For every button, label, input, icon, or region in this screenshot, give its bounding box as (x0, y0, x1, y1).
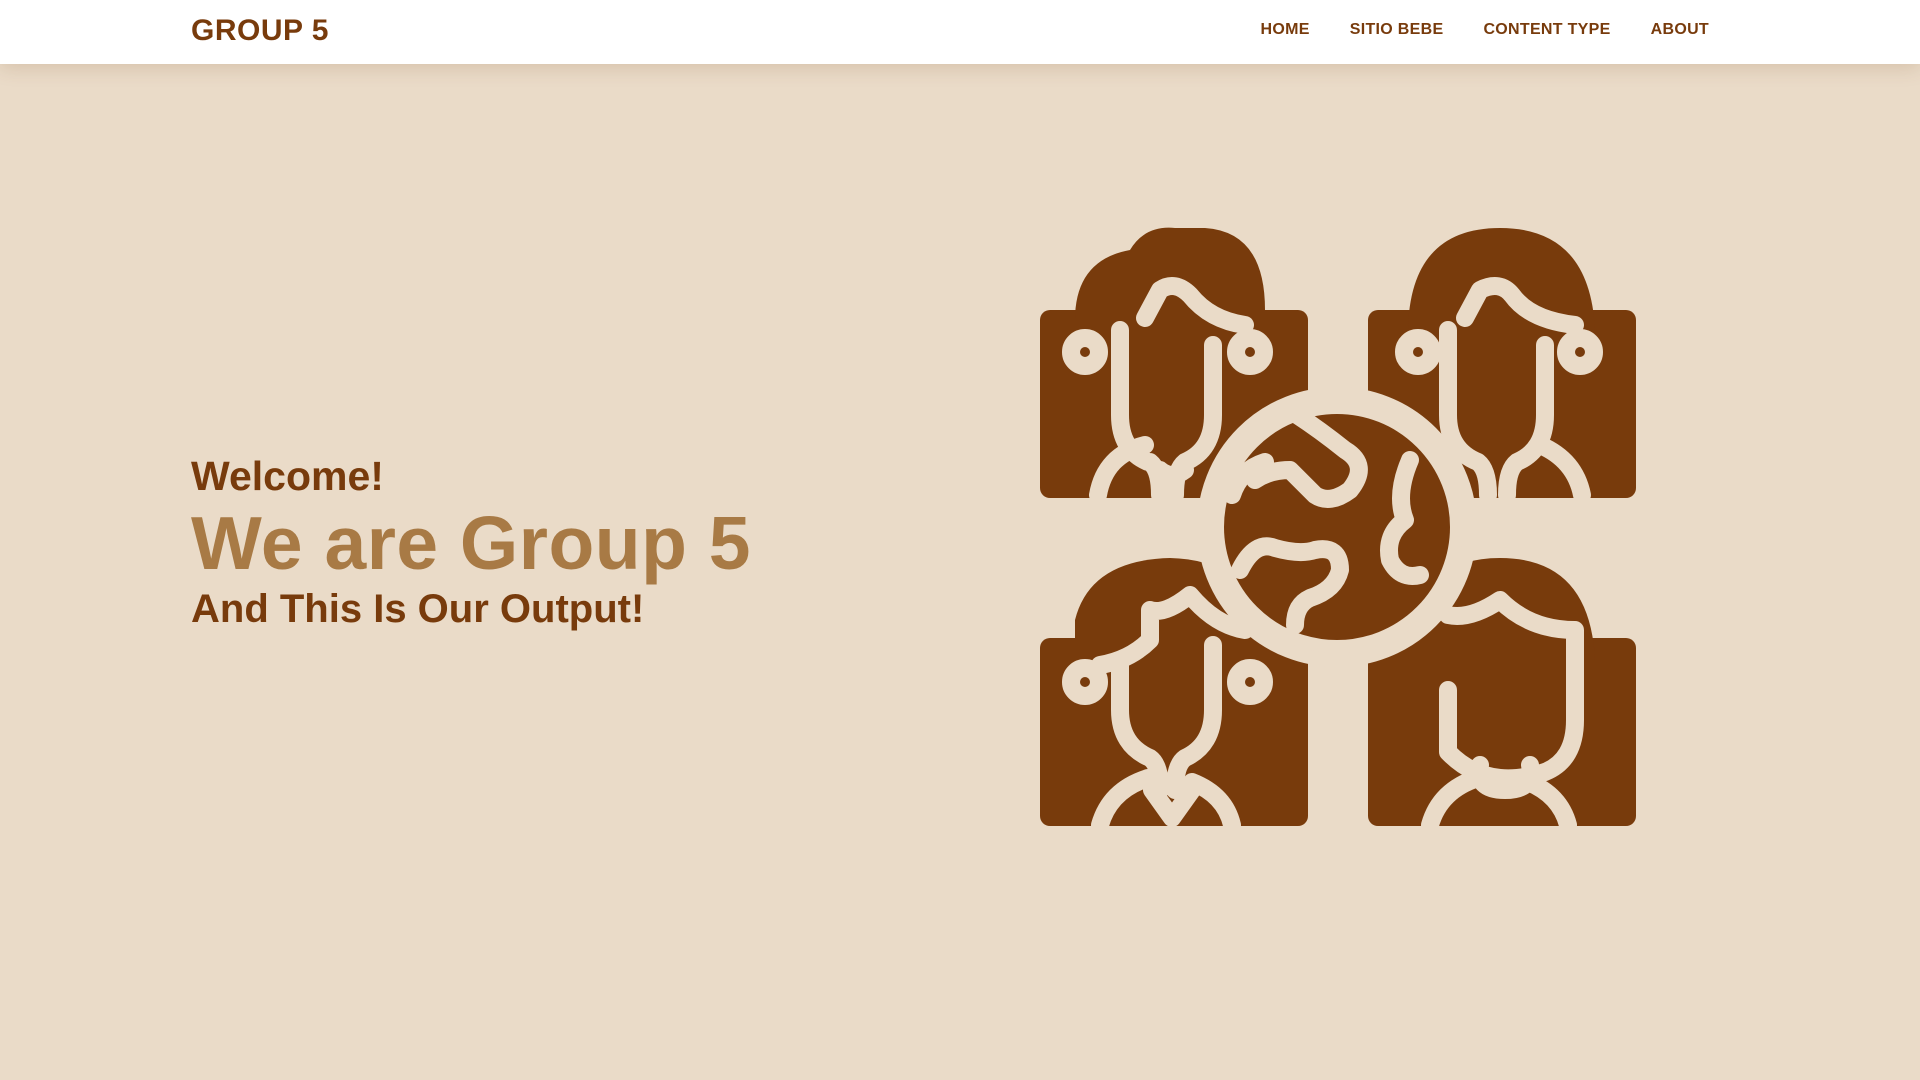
brand-logo-link[interactable]: GROUP 5 (191, 14, 329, 48)
team-globe-icon (1035, 225, 1645, 830)
nav-link-content-type[interactable]: CONTENT TYPE (1483, 21, 1610, 39)
hero-welcome: Welcome! (191, 453, 384, 499)
hero-text: Welcome! We are Group 5 And This Is Our … (191, 451, 751, 633)
nav-link-home[interactable]: HOME (1261, 21, 1310, 39)
nav-menu: HOME SITIO BEBE CONTENT TYPE ABOUT (1261, 21, 1709, 39)
navbar: GROUP 5 HOME SITIO BEBE CONTENT TYPE ABO… (0, 0, 1920, 64)
hero-headline: We are Group 5 (191, 501, 751, 585)
hero-subline: And This Is Our Output! (191, 587, 645, 631)
nav-link-sitio-bebe[interactable]: SITIO BEBE (1350, 21, 1444, 39)
nav-link-about[interactable]: ABOUT (1651, 21, 1709, 39)
